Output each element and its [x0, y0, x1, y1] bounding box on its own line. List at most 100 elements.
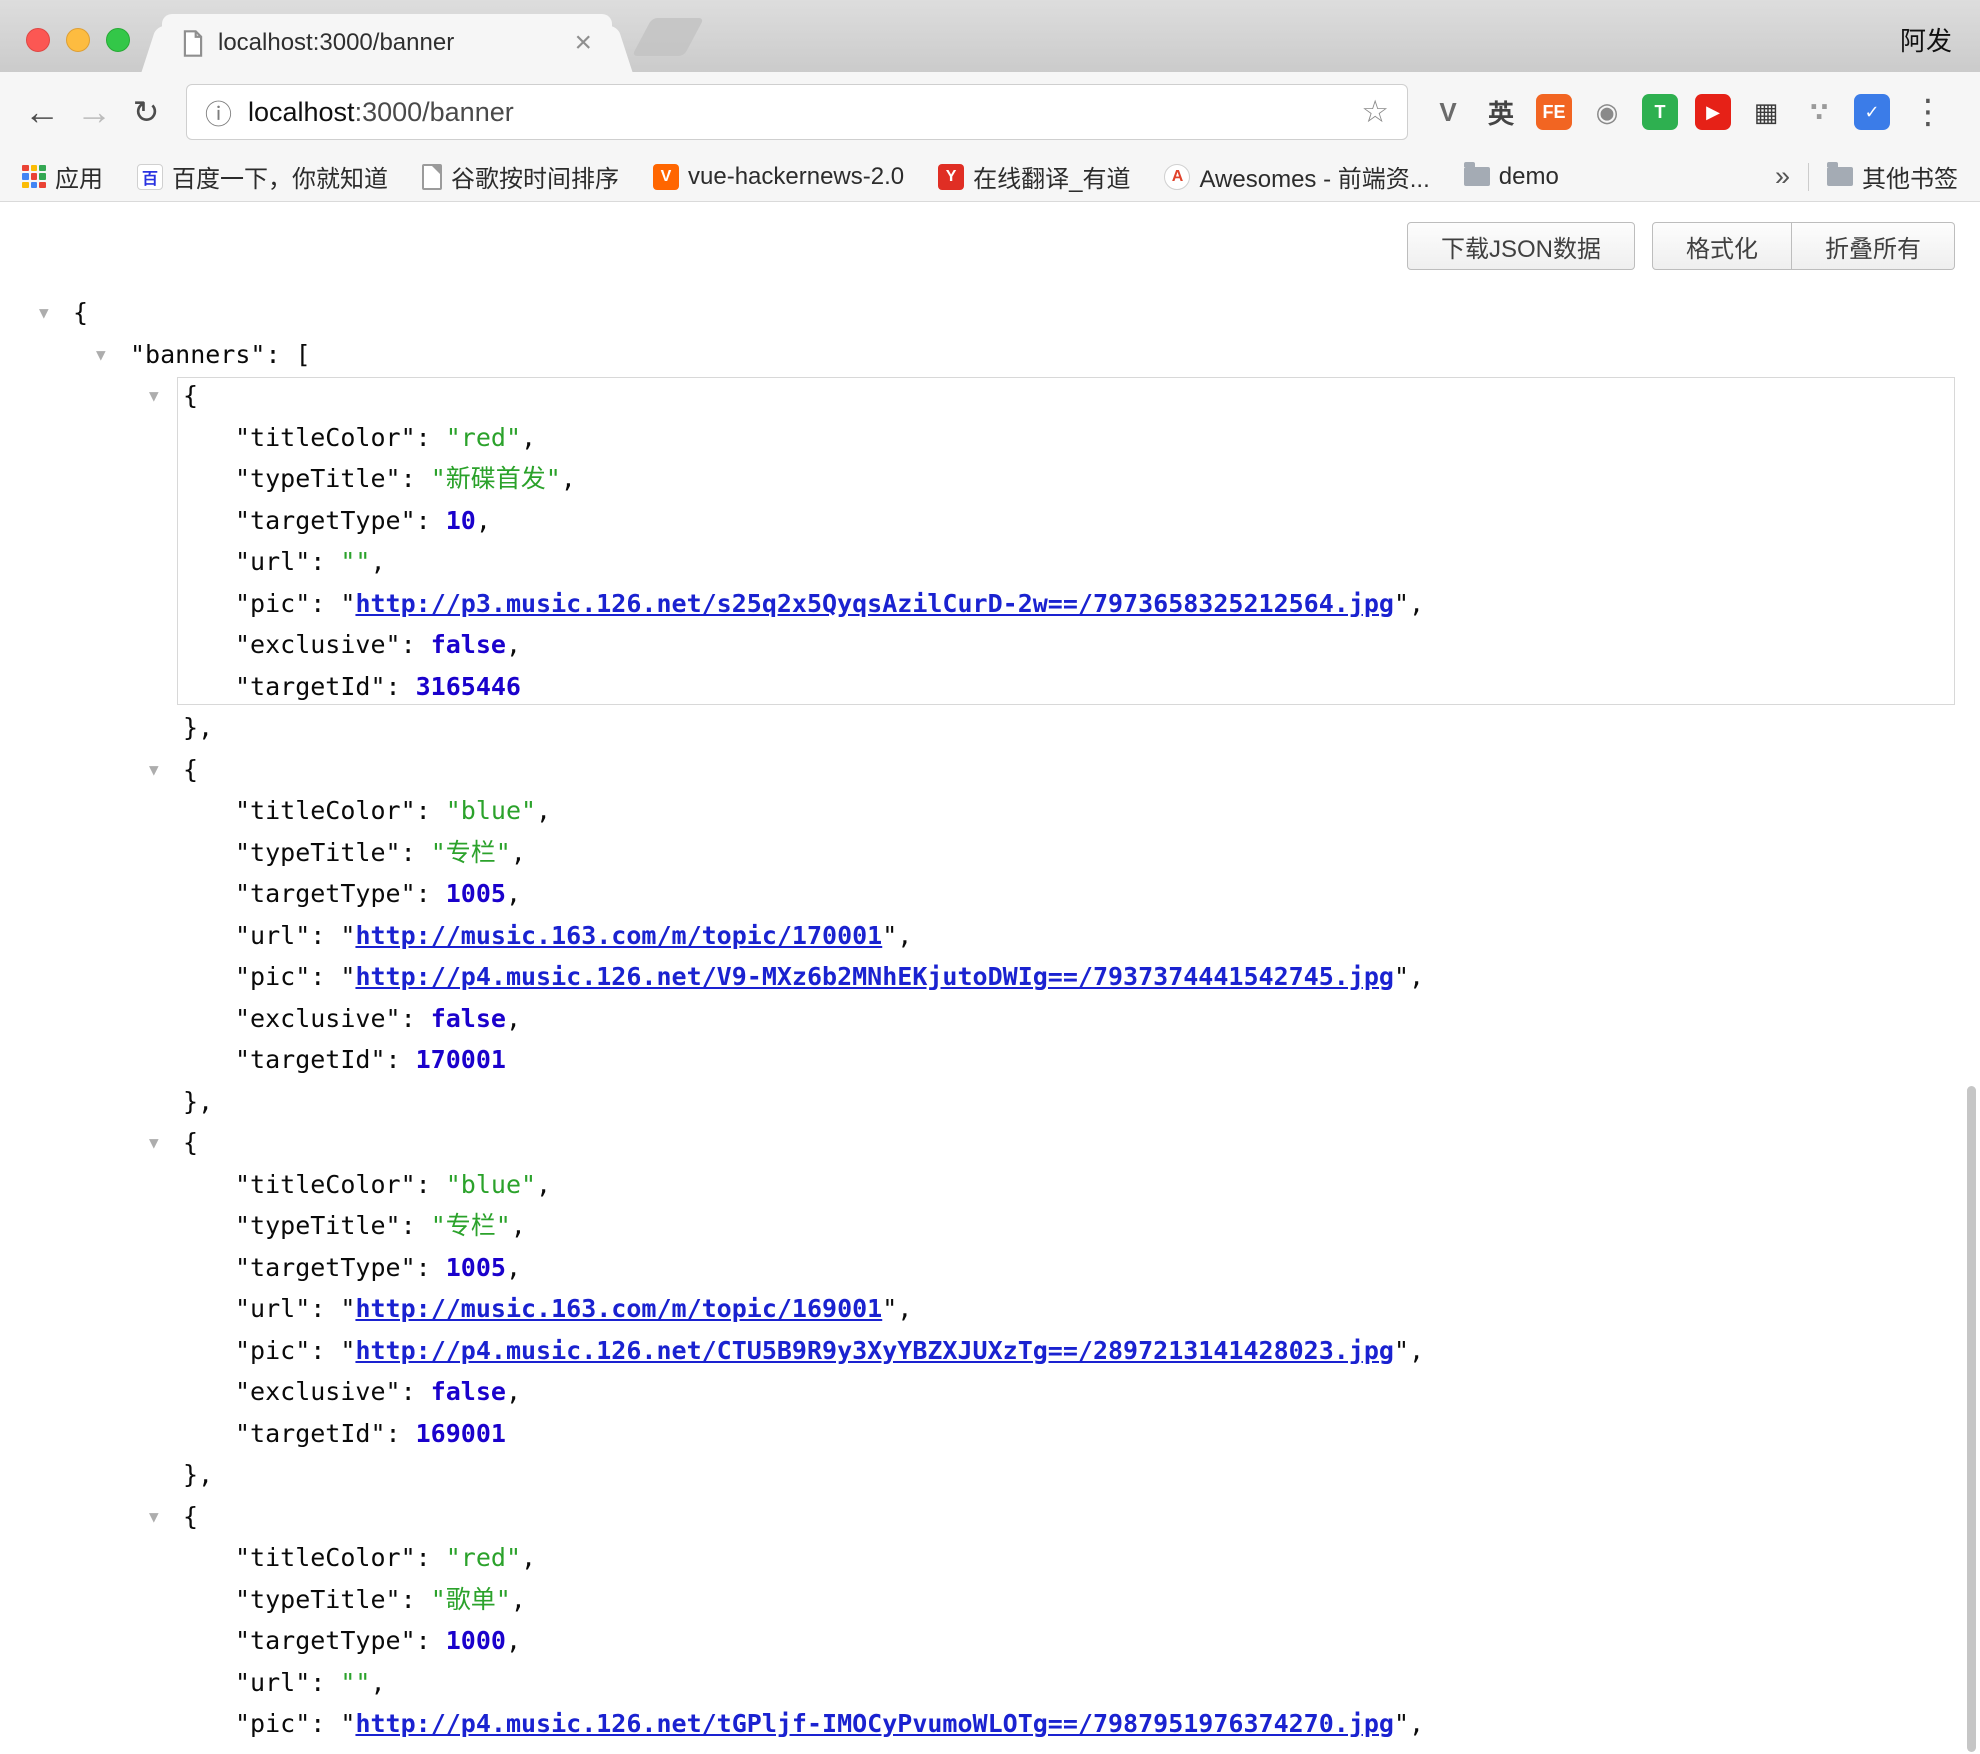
json-punc: }, [183, 713, 213, 742]
json-url-link[interactable]: http://p4.music.126.net/tGPljf-IMOCyPvum… [355, 1709, 1394, 1738]
json-punc: , [506, 1377, 521, 1406]
collapse-arrow-icon[interactable]: ▼ [149, 1496, 159, 1538]
collapse-arrow-icon[interactable]: ▼ [149, 1122, 159, 1164]
json-object: ▼{"titleColor": "blue","typeTitle": "专栏"… [0, 749, 1980, 1081]
collapse-arrow-icon[interactable]: ▼ [149, 749, 159, 791]
page-info-icon[interactable]: ⓘ [205, 93, 232, 132]
json-punc: , [897, 921, 912, 950]
json-url-link[interactable]: http://p3.music.126.net/s25q2x5QyqsAzilC… [355, 589, 1394, 618]
bookmark-item[interactable]: 应用 [22, 159, 103, 194]
json-field-line: "typeTitle": "歌单", [0, 1579, 1980, 1621]
bookmarks-bar: 应用百百度一下，你就知道谷歌按时间排序 Vvue-hackernews-2.0 Y在… [0, 152, 1980, 202]
browser-menu-icon[interactable]: ⋮ [1908, 92, 1948, 132]
json-field-line: "titleColor": "blue", [0, 1164, 1980, 1206]
browser-toolbar: ← → ↻ ⓘ localhost:3000/banner ☆ V英 FE ◉ T ▶ ▦… [0, 72, 1980, 152]
bookmark-item[interactable]: 百百度一下，你就知道 [137, 159, 388, 194]
json-punc: , [506, 1253, 521, 1282]
collapse-all-button[interactable]: 折叠所有 [1792, 222, 1955, 270]
json-field-line: "url": "", [0, 541, 1980, 583]
json-punc: : [401, 838, 431, 867]
json-field-line: "pic": "http://p3.music.126.net/s25q2x5Q… [0, 583, 1980, 625]
other-bookmarks-folder[interactable]: 其他书签 [1827, 159, 1958, 194]
folder-icon [1464, 167, 1490, 186]
json-field-key: "targetId" [235, 1045, 386, 1074]
extensions-area: V英 FE ◉ T ▶ ▦ ∵ ✓ [1430, 94, 1890, 130]
json-string-value: "专栏" [431, 838, 511, 867]
bookmarks-items: 应用百百度一下，你就知道谷歌按时间排序 Vvue-hackernews-2.0 Y在… [22, 159, 1559, 194]
page-content: 下载JSON数据 格式化 折叠所有 ▼{▼"banners": [▼{"titl… [0, 202, 1980, 1754]
scrollbar-thumb[interactable] [1967, 1086, 1976, 1752]
json-field-line: "targetType": 1005, [0, 873, 1980, 915]
json-punc: : [310, 1336, 340, 1365]
favicon: 百 [137, 164, 163, 190]
json-punc: { [183, 381, 198, 410]
json-url-link[interactable]: http://p4.music.126.net/CTU5B9R9y3XyYBZX… [355, 1336, 1394, 1365]
youtube-extension-icon[interactable]: ▶ [1695, 94, 1731, 130]
json-punc: : [401, 1751, 431, 1754]
bookmark-item[interactable]: demo [1464, 163, 1559, 191]
favicon: A [1164, 164, 1190, 190]
json-field-line: "targetType": 1000, [0, 1620, 1980, 1662]
json-punc: , [1409, 589, 1424, 618]
json-object-open: ▼{ [0, 375, 1980, 417]
json-field-key: "pic" [235, 962, 310, 991]
json-string-value: "blue" [446, 796, 536, 825]
collapse-arrow-icon[interactable]: ▼ [96, 334, 106, 376]
json-number-value: 170001 [416, 1045, 506, 1074]
bookmark-star-icon[interactable]: ☆ [1361, 94, 1389, 130]
json-url-link[interactable]: http://music.163.com/m/topic/170001 [355, 921, 882, 950]
zoom-window-button[interactable] [106, 28, 130, 52]
json-punc: " [340, 1709, 355, 1738]
json-punc: , [511, 1585, 526, 1614]
json-punc: " [1394, 1336, 1409, 1365]
bookmark-item[interactable]: 谷歌按时间排序 [422, 159, 619, 194]
shield-t-extension-icon[interactable]: T [1642, 94, 1678, 130]
vimium-extension-icon[interactable]: V [1430, 94, 1466, 130]
minimize-window-button[interactable] [66, 28, 90, 52]
json-field-key: "exclusive" [235, 1377, 401, 1406]
json-field-line: "typeTitle": "新碟首发", [0, 458, 1980, 500]
browser-tab[interactable]: localhost:3000/banner × [162, 14, 612, 72]
collapse-arrow-icon[interactable]: ▼ [149, 375, 159, 417]
close-window-button[interactable] [26, 28, 50, 52]
bookmark-label: 在线翻译_有道 [973, 159, 1130, 194]
new-tab-button[interactable] [632, 18, 704, 56]
tab-close-icon[interactable]: × [574, 28, 592, 58]
json-punc: " [340, 1336, 355, 1365]
json-punc: , [536, 1170, 551, 1199]
paw-extension-icon[interactable]: ∵ [1801, 94, 1837, 130]
forward-button[interactable]: → [68, 94, 120, 130]
json-field-key: "titleColor" [235, 796, 416, 825]
json-field-key: "url" [235, 1294, 310, 1323]
titlebar: localhost:3000/banner × 阿发 [0, 0, 1980, 72]
json-punc: , [506, 1751, 521, 1754]
org-extension-icon[interactable]: ◉ [1589, 94, 1625, 130]
bookmark-item[interactable]: AAwesomes - 前端资... [1164, 159, 1429, 194]
json-field-key: "pic" [235, 1336, 310, 1365]
format-button[interactable]: 格式化 [1652, 222, 1792, 270]
address-bar[interactable]: ⓘ localhost:3000/banner ☆ [186, 84, 1408, 140]
bookmarks-right-group: » 其他书签 [1775, 159, 1958, 194]
json-field-key: "exclusive" [235, 1004, 401, 1033]
back-button[interactable]: ← [16, 94, 68, 130]
json-field-key: "exclusive" [235, 1751, 401, 1754]
reload-button[interactable]: ↻ [120, 96, 172, 128]
json-url-link[interactable]: http://p4.music.126.net/V9-MXz6b2MNhEKju… [355, 962, 1394, 991]
bookmarks-overflow-icon[interactable]: » [1775, 161, 1790, 192]
json-field-line: "url": "", [0, 1662, 1980, 1704]
qrcode-extension-icon[interactable]: ▦ [1748, 94, 1784, 130]
json-punc: : [416, 1626, 446, 1655]
bookmark-item[interactable]: Vvue-hackernews-2.0 [653, 163, 904, 191]
json-punc: " [1394, 589, 1409, 618]
fe-extension-icon[interactable]: FE [1536, 94, 1572, 130]
json-string-value: "" [340, 547, 370, 576]
json-field-key: "targetId" [235, 672, 386, 701]
translate-extension-icon[interactable]: 英 [1483, 94, 1519, 130]
download-json-button[interactable]: 下载JSON数据 [1407, 222, 1635, 270]
browser-window: localhost:3000/banner × 阿发 ← → ↻ ⓘ local… [0, 0, 1980, 1754]
json-punc: " [340, 1294, 355, 1323]
shield-check-extension-icon[interactable]: ✓ [1854, 94, 1890, 130]
collapse-arrow-icon[interactable]: ▼ [39, 292, 49, 334]
bookmark-item[interactable]: Y在线翻译_有道 [938, 159, 1130, 194]
json-url-link[interactable]: http://music.163.com/m/topic/169001 [355, 1294, 882, 1323]
